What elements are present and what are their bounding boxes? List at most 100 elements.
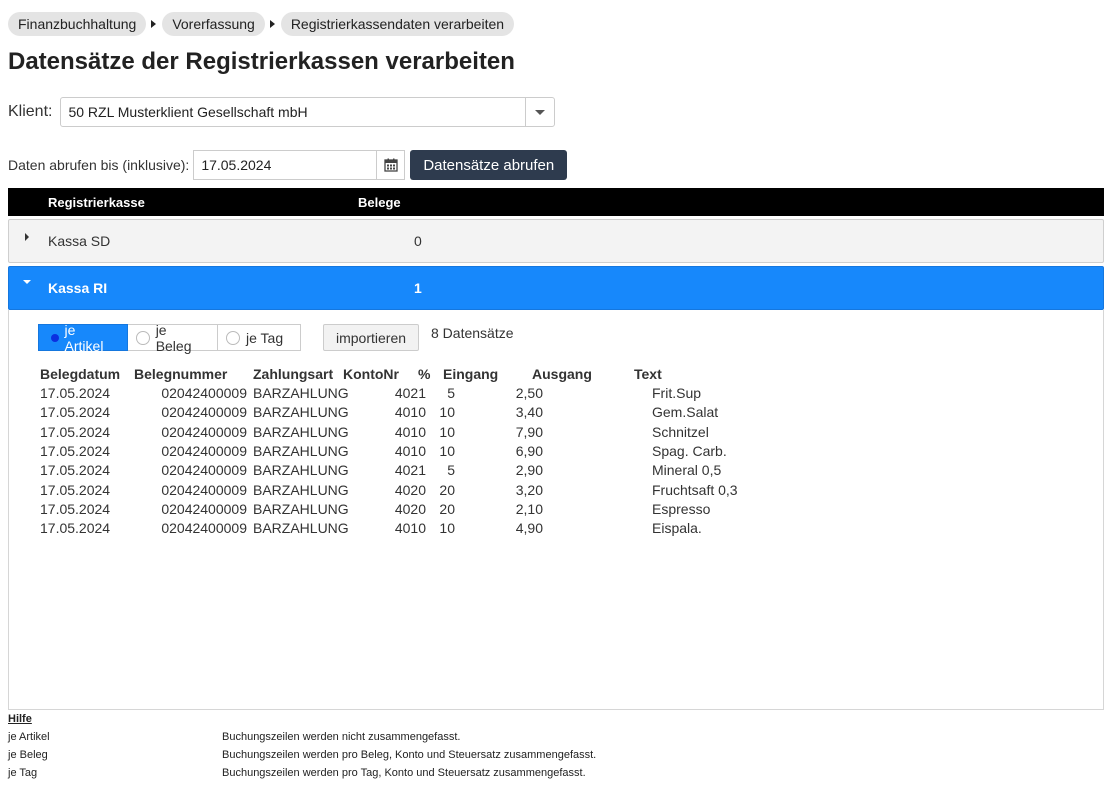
column-header-receipts[interactable]: Belege: [358, 195, 401, 210]
client-select-value: 50 RZL Musterklient Gesellschaft mbH: [68, 104, 308, 120]
cell-pct: 5: [447, 385, 455, 401]
cell-in: 7,90: [515, 423, 543, 440]
cell-text: Gem.Salat: [652, 404, 719, 421]
dropdown-toggle[interactable]: [525, 98, 554, 126]
cell-date: 17.05.2024: [40, 500, 111, 517]
cell-payment: BARZAHLUNG: [253, 462, 349, 479]
calendar-button[interactable]: [376, 151, 404, 179]
cell-in: 2,50: [515, 385, 543, 401]
cell-payment: BARZAHLUNG: [253, 385, 349, 401]
cell-account: 4010: [394, 404, 426, 421]
radio-icon: [226, 330, 240, 345]
date-filter-row: Daten abrufen bis (inklusive): 17.05.202…: [8, 150, 568, 180]
table-row[interactable]: 17.05.2024 02042400009 BARZAHLUNG 4020 20 3,2…: [40, 482, 760, 501]
cell-in: 3,20: [515, 481, 543, 498]
mode-je-beleg[interactable]: je Beleg: [128, 321, 218, 354]
cell-payment: BARZAHLUNG: [253, 481, 349, 498]
help-term: je Tag: [8, 767, 38, 779]
cell-payment: BARZAHLUNG: [253, 520, 349, 537]
help-row: je Artikel Buchungszeilen werden nicht z…: [8, 730, 708, 748]
date-input-value: 17.05.2024: [201, 157, 272, 173]
cell-date: 17.05.2024: [40, 385, 111, 401]
cell-account: 4021: [394, 462, 426, 479]
cell-text: Schnitzel: [652, 423, 709, 440]
client-label: Klient:: [8, 103, 53, 120]
mode-je-tag[interactable]: je Tag: [218, 324, 301, 351]
date-input[interactable]: 17.05.2024: [193, 150, 406, 180]
cell-text: Frit.Sup: [652, 385, 702, 401]
column-header-register[interactable]: Registrierkasse: [48, 195, 145, 210]
cell-text: Fruchtsaft 0,3: [652, 481, 738, 498]
table-row[interactable]: 17.05.2024 02042400009 BARZAHLUNG 4010 10 3,4…: [40, 404, 760, 423]
cell-number: 02042400009: [161, 500, 247, 517]
table-row[interactable]: 17.05.2024 02042400009 BARZAHLUNG 4020 20 2,1…: [40, 501, 760, 520]
collapse-icon[interactable]: [23, 280, 31, 284]
cell-date: 17.05.2024: [40, 520, 111, 537]
cell-pct: 10: [439, 520, 455, 537]
table-row[interactable]: 17.05.2024 02042400009 BARZAHLUNG 4010 10 7,9…: [40, 424, 760, 443]
cell-pct: 20: [439, 481, 455, 498]
column-header: Belegnummer: [134, 366, 228, 382]
cell-account: 4021: [394, 385, 426, 401]
mode-je-artikel[interactable]: je Artikel: [38, 321, 128, 354]
cell-text: Mineral 0,5: [652, 462, 722, 479]
cell-account: 4010: [394, 423, 426, 440]
help-term: je Beleg: [8, 749, 48, 761]
help-row: je Beleg Buchungszeilen werden pro Beleg…: [8, 748, 708, 766]
cell-pct: 10: [439, 423, 455, 440]
fetch-records-button[interactable]: Datensätze abrufen: [410, 150, 568, 180]
client-select[interactable]: 50 RZL Musterklient Gesellschaft mbH: [60, 97, 556, 127]
cell-payment: BARZAHLUNG: [253, 404, 349, 421]
cell-in: 3,40: [515, 404, 543, 421]
page-title: Datensätze der Registrierkassen verarbei…: [8, 48, 515, 75]
help-desc: Buchungszeilen werden pro Tag, Konto und…: [222, 767, 586, 779]
cell-number: 02042400009: [161, 404, 247, 421]
calendar-icon: [384, 158, 398, 172]
cell-pct: 10: [439, 442, 455, 459]
cell-number: 02042400009: [161, 442, 247, 459]
mode-label: je Tag: [246, 329, 284, 346]
cell-pct: 5: [447, 462, 455, 479]
cell-date: 17.05.2024: [40, 481, 111, 498]
register-name: Kassa SD: [48, 233, 111, 249]
column-header: Eingang: [443, 366, 499, 382]
breadcrumb: Finanzbuchhaltung Vorerfassung Registrie…: [8, 12, 515, 36]
cell-account: 4020: [394, 500, 426, 517]
import-button[interactable]: importieren: [323, 324, 419, 351]
cell-number: 02042400009: [161, 462, 247, 479]
client-row: Klient: 50 RZL Musterklient Gesellschaft…: [8, 97, 556, 127]
table-row[interactable]: 17.05.2024 02042400009 BARZAHLUNG 4021 5 2,50…: [40, 385, 760, 404]
table-row[interactable]: 17.05.2024 02042400009 BARZAHLUNG 4010 10 4,9…: [40, 520, 760, 539]
cell-pct: 20: [439, 500, 455, 517]
register-count: 1: [414, 280, 422, 296]
register-name: Kassa RI: [48, 280, 108, 296]
breadcrumb-item-finanzbuchhaltung[interactable]: Finanzbuchhaltung: [8, 12, 147, 36]
cell-date: 17.05.2024: [40, 442, 111, 459]
column-header: Belegdatum: [40, 366, 121, 382]
register-row-kassa-sd[interactable]: Kassa SD 0: [8, 219, 1104, 263]
cell-date: 17.05.2024: [40, 404, 111, 421]
cell-payment: BARZAHLUNG: [253, 423, 349, 440]
column-header: Zahlungsart: [253, 366, 334, 382]
cell-payment: BARZAHLUNG: [253, 500, 349, 517]
help-desc: Buchungszeilen werden nicht zusammengefa…: [222, 731, 461, 743]
table-row[interactable]: 17.05.2024 02042400009 BARZAHLUNG 4010 10 6,9…: [40, 443, 760, 462]
detail-panel: je Artikel je Beleg je Tag importieren 8…: [8, 310, 1104, 710]
cell-in: 4,90: [515, 520, 543, 537]
date-label: Daten abrufen bis (inklusive):: [8, 157, 190, 173]
breadcrumb-item-vorerfassung[interactable]: Vorerfassung: [162, 12, 265, 36]
expand-icon[interactable]: [25, 233, 29, 241]
mode-label: je Artikel: [64, 321, 104, 354]
cell-pct: 10: [439, 404, 455, 421]
mode-label: je Beleg: [155, 321, 192, 354]
cell-in: 2,90: [515, 462, 543, 479]
breadcrumb-item-current[interactable]: Registrierkassendaten verarbeiten: [280, 12, 515, 36]
register-row-kassa-ri[interactable]: Kassa RI 1: [8, 266, 1104, 310]
grid-header: Registrierkasse Belege: [8, 188, 1104, 216]
table-row[interactable]: 17.05.2024 02042400009 BARZAHLUNG 4021 5 2,90…: [40, 462, 760, 481]
register-count: 0: [414, 233, 422, 249]
cell-number: 02042400009: [161, 520, 247, 537]
cell-date: 17.05.2024: [40, 423, 111, 440]
help-desc: Buchungszeilen werden pro Beleg, Konto u…: [222, 749, 597, 761]
cell-account: 4020: [394, 481, 426, 498]
